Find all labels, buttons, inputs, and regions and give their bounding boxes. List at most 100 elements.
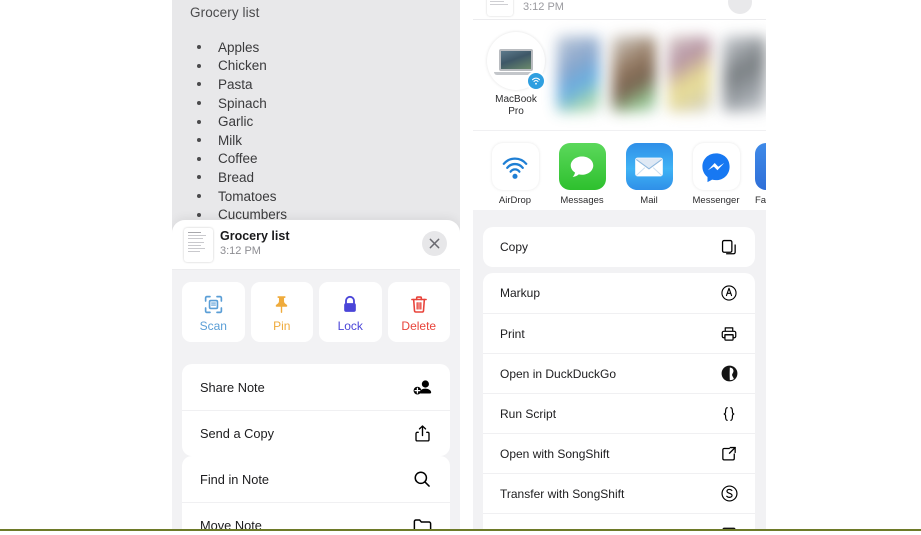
list-item-label: Tomatoes: [218, 188, 277, 204]
list-item: Spinach: [192, 94, 442, 113]
bullet-icon: [197, 212, 201, 217]
list-item-label: Garlic: [218, 114, 254, 130]
share-apps-strip: AirDrop Messages Mail Messenger Fa: [473, 130, 766, 210]
right-panel-share-sheet: 3:12 PM MacBook Pro AirDrop Messages Mai…: [473, 0, 766, 530]
list-item: Tomatoes: [192, 187, 442, 206]
list-item-label: Coffee: [218, 151, 258, 167]
bullet-icon: [197, 194, 201, 199]
share-app-mail[interactable]: Mail: [621, 143, 677, 206]
pin-button[interactable]: Pin: [250, 282, 313, 342]
blurred-contact-avatar[interactable]: [557, 36, 601, 112]
list-item: Garlic: [192, 112, 442, 131]
list-item-label: Milk: [218, 132, 242, 148]
lock-icon: [340, 291, 360, 315]
share-group-one: Share Note Send a Copy: [182, 364, 450, 456]
right-share-sheet-header: 3:12 PM: [473, 0, 766, 20]
quick-action-row: Scan Pin Lock Delete: [182, 282, 450, 342]
move-note-row[interactable]: Move Note: [182, 502, 450, 530]
list-item-label: Apples: [218, 39, 260, 55]
add-person-icon: [411, 376, 433, 398]
blurred-contact-avatar[interactable]: [667, 36, 711, 112]
copy-label: Copy: [500, 240, 529, 254]
send-a-copy-row[interactable]: Send a Copy: [182, 410, 450, 456]
right-action-group-two: Markup Print Open in DuckDuckGo Run Scri…: [483, 273, 755, 530]
share-app-airdrop[interactable]: AirDrop: [487, 143, 543, 206]
open-in-duckduckgo-row[interactable]: Open in DuckDuckGo: [483, 353, 755, 393]
list-item: Milk: [192, 131, 442, 150]
lock-button[interactable]: Lock: [319, 282, 382, 342]
braces-icon: [719, 404, 739, 424]
share-app-messages[interactable]: Messages: [554, 143, 610, 206]
open-external-icon: [719, 444, 739, 464]
scan-button[interactable]: Scan: [182, 282, 245, 342]
pin-label: Pin: [273, 319, 291, 333]
delete-label: Delete: [401, 319, 437, 333]
markup-icon: [719, 283, 739, 303]
duckduckgo-icon: [719, 364, 739, 384]
bullet-icon: [197, 175, 201, 180]
share-sheet-timestamp: 3:12 PM: [220, 245, 261, 257]
find-in-note-row[interactable]: Find in Note: [182, 456, 450, 502]
pin-icon: [271, 291, 292, 315]
airdrop-targets-strip: MacBook Pro: [473, 20, 766, 130]
blurred-contact-avatar[interactable]: [612, 36, 656, 112]
list-item-label: Pasta: [218, 76, 253, 92]
left-panel-note-share-sheet: Grocery list Apples Chicken Pasta Spinac…: [172, 0, 460, 530]
list-item-label: Bread: [218, 169, 255, 185]
scan-label: Scan: [199, 319, 227, 333]
bullet-icon: [197, 156, 201, 161]
share-sheet: Grocery list 3:12 PM Scan Pin Lock Delet…: [172, 220, 460, 530]
share-group-two: Find in Note Move Note: [182, 456, 450, 530]
share-sheet-title: Grocery list: [220, 229, 290, 243]
close-button[interactable]: [422, 231, 447, 256]
close-button[interactable]: [728, 0, 752, 14]
save-to-pocket-row[interactable]: Save to Pocket: [483, 513, 755, 530]
list-item-label: Spinach: [218, 95, 267, 111]
trash-icon: [409, 291, 429, 315]
lock-label: Lock: [337, 319, 363, 333]
copy-row[interactable]: Copy: [483, 227, 755, 267]
printer-icon: [719, 324, 739, 344]
run-script-row[interactable]: Run Script: [483, 393, 755, 433]
markup-row[interactable]: Markup: [483, 273, 755, 313]
note-thumbnail: [487, 0, 513, 16]
share-app-label: Messages: [560, 195, 604, 206]
facebook-icon: [755, 143, 766, 190]
folder-icon: [411, 515, 433, 530]
screenshot-stage: Grocery list Apples Chicken Pasta Spinac…: [0, 0, 921, 535]
songshift-icon: [719, 484, 739, 504]
share-up-icon: [411, 423, 433, 445]
delete-button[interactable]: Delete: [387, 282, 450, 342]
macbook-pro-icon: [487, 32, 546, 91]
bullet-icon: [197, 63, 201, 68]
print-row[interactable]: Print: [483, 313, 755, 353]
airdrop-target-macbook-pro[interactable]: MacBook Pro: [487, 32, 546, 117]
transfer-with-songshift-row[interactable]: Transfer with SongShift: [483, 473, 755, 513]
transfer-with-songshift-label: Transfer with SongShift: [500, 486, 625, 501]
messenger-icon: [692, 143, 740, 190]
share-app-label: Fa: [755, 195, 766, 206]
bullet-icon: [197, 82, 201, 87]
bottom-divider: [0, 529, 921, 531]
share-app-label: Messenger: [692, 195, 740, 206]
note-title: Grocery list: [190, 5, 260, 20]
share-app-facebook[interactable]: Fa: [755, 143, 766, 206]
airdrop-icon: [491, 143, 539, 190]
list-item: Pasta: [192, 75, 442, 94]
send-a-copy-label: Send a Copy: [200, 426, 274, 441]
share-sheet-header: Grocery list 3:12 PM: [172, 220, 460, 270]
open-with-songshift-row[interactable]: Open with SongShift: [483, 433, 755, 473]
list-item: Bread: [192, 168, 442, 187]
share-sheet-timestamp: 3:12 PM: [523, 1, 564, 13]
airdrop-icon: [526, 71, 546, 91]
bullet-icon: [197, 138, 201, 143]
share-app-messenger[interactable]: Messenger: [688, 143, 744, 206]
blurred-contact-avatar[interactable]: [722, 36, 766, 112]
find-in-note-label: Find in Note: [200, 471, 269, 487]
bullet-icon: [197, 45, 201, 50]
share-app-label: AirDrop: [498, 195, 532, 206]
note-thumbnail: [184, 228, 213, 262]
markup-label: Markup: [500, 286, 541, 300]
share-note-row[interactable]: Share Note: [182, 364, 450, 410]
open-in-duckduckgo-label: Open in DuckDuckGo: [500, 366, 617, 381]
